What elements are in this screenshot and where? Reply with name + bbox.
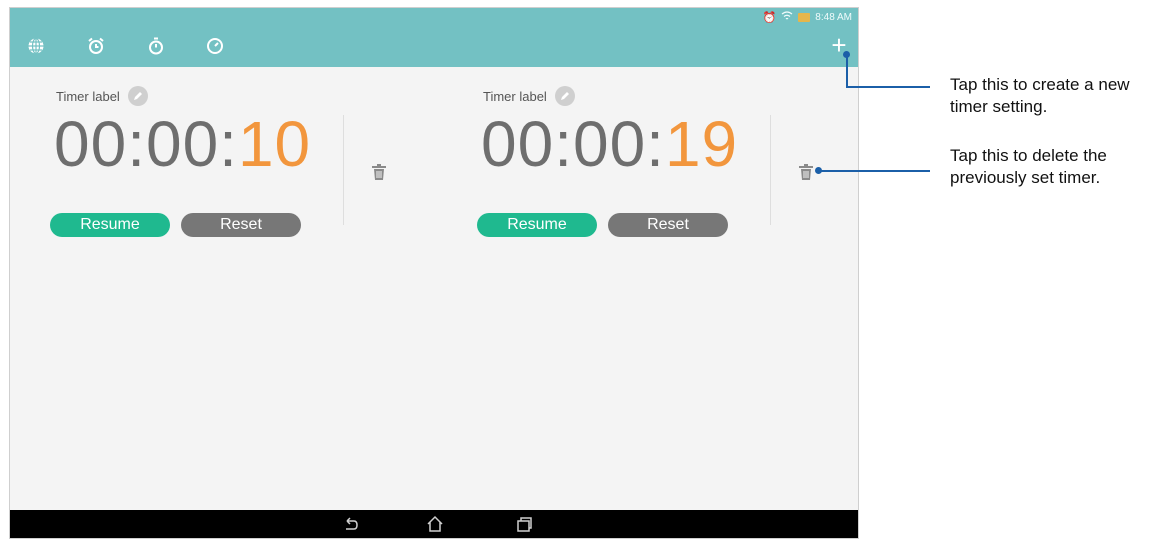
add-callout-line-2: timer setting. bbox=[950, 97, 1048, 116]
world-clock-icon[interactable] bbox=[26, 36, 46, 56]
timer-label: Timer label bbox=[56, 88, 120, 104]
wifi-icon bbox=[781, 10, 793, 24]
edit-label-icon[interactable] bbox=[127, 86, 148, 106]
battery-icon bbox=[798, 12, 811, 22]
edit-label-icon[interactable] bbox=[554, 86, 575, 106]
delete-callout-line-2: previously set timer. bbox=[950, 168, 1101, 187]
delete-callout-line-1: Tap this to delete the bbox=[950, 146, 1107, 165]
delete-callout-leader bbox=[819, 170, 930, 172]
delete-timer-icon[interactable] bbox=[371, 163, 387, 181]
delete-callout-text: Tap this to delete the previously set ti… bbox=[950, 145, 1107, 189]
timer-divider bbox=[343, 115, 344, 225]
timer-card-2: Timer label 00:00:19 Resume Reset bbox=[477, 86, 797, 246]
stopwatch-icon[interactable] bbox=[146, 36, 166, 56]
back-icon[interactable] bbox=[342, 515, 360, 533]
delete-timer-icon[interactable] bbox=[798, 163, 814, 181]
timer-digits-main: 00:00: bbox=[481, 108, 665, 180]
timer-countdown: 00:00:10 bbox=[54, 108, 311, 180]
resume-button[interactable]: Resume bbox=[50, 213, 170, 237]
timer-countdown: 00:00:19 bbox=[481, 108, 738, 180]
add-callout-line-1: Tap this to create a new bbox=[950, 75, 1130, 94]
timer-label: Timer label bbox=[483, 88, 547, 104]
timer-digits-main: 00:00: bbox=[54, 108, 238, 180]
reset-button[interactable]: Reset bbox=[181, 213, 301, 237]
recent-apps-icon[interactable] bbox=[515, 515, 533, 533]
timer-label-row: Timer label bbox=[56, 86, 148, 106]
timer-label-row: Timer label bbox=[483, 86, 575, 106]
navigation-bar bbox=[10, 510, 858, 538]
add-callout-leader-vertical bbox=[846, 55, 848, 87]
add-callout-leader-horizontal bbox=[846, 86, 930, 88]
timer-digits-seconds: 10 bbox=[237, 108, 312, 180]
home-icon[interactable] bbox=[426, 515, 444, 533]
resume-button[interactable]: Resume bbox=[477, 213, 597, 237]
timer-digits-seconds: 19 bbox=[664, 108, 739, 180]
status-time: 8:48 AM bbox=[815, 11, 852, 23]
timer-divider bbox=[770, 115, 771, 225]
add-callout-text: Tap this to create a new timer setting. bbox=[950, 74, 1130, 118]
timer-card-1: Timer label 00:00:10 Resume Reset bbox=[50, 86, 370, 246]
alarm-icon: ⏰ bbox=[762, 11, 777, 24]
timer-icon[interactable] bbox=[205, 36, 225, 56]
reset-button[interactable]: Reset bbox=[608, 213, 728, 237]
tablet-screen: ⏰ 8:48 AM + Timer label 00:00:10 Resume … bbox=[9, 7, 859, 539]
alarm-tab-icon[interactable] bbox=[86, 36, 106, 56]
status-bar: ⏰ 8:48 AM bbox=[10, 8, 858, 26]
app-bar: + bbox=[10, 26, 858, 67]
